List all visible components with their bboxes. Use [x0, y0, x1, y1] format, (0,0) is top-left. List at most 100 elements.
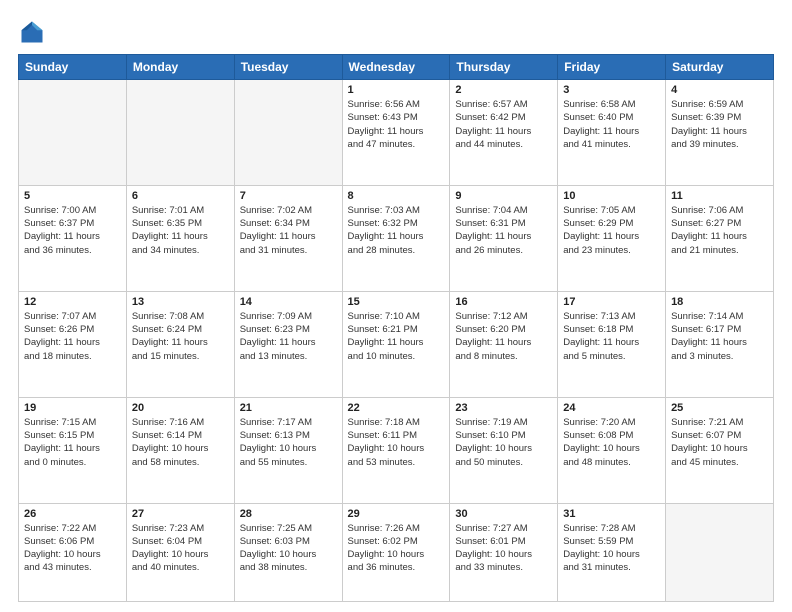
calendar-cell: 7 Sunrise: 7:02 AM Sunset: 6:34 PM Daylig… — [234, 185, 342, 291]
calendar-week-4: 19 Sunrise: 7:15 AM Sunset: 6:15 PM Dayli… — [19, 397, 774, 503]
day-info: Sunrise: 6:56 AM Sunset: 6:43 PM Dayligh… — [348, 98, 445, 151]
calendar-cell: 30Sunrise: 7:27 AM Sunset: 6:01 PM Dayli… — [450, 503, 558, 601]
day-info: Sunrise: 7:27 AM Sunset: 6:01 PM Dayligh… — [455, 522, 552, 575]
day-number: 5 — [24, 190, 121, 202]
calendar-cell: 13Sunrise: 7:08 AM Sunset: 6:24 PM Dayli… — [126, 291, 234, 397]
calendar-cell: 18 Sunrise: 7:14 AM Sunset: 6:17 PM Dayli… — [666, 291, 774, 397]
day-info: Sunrise: 7:07 AM Sunset: 6:26 PM Dayligh… — [24, 310, 121, 363]
calendar-cell: 19 Sunrise: 7:15 AM Sunset: 6:15 PM Dayli… — [19, 397, 127, 503]
calendar-cell: 27 Sunrise: 7:23 AM Sunset: 6:04 PM Dayli… — [126, 503, 234, 601]
calendar-week-3: 12 Sunrise: 7:07 AM Sunset: 6:26 PM Dayli… — [19, 291, 774, 397]
calendar: SundayMondayTuesdayWednesdayThursdayFrid… — [18, 54, 774, 602]
calendar-cell: 14Sunrise: 7:09 AM Sunset: 6:23 PM Dayli… — [234, 291, 342, 397]
day-info: Sunrise: 7:17 AM Sunset: 6:13 PM Dayligh… — [240, 416, 337, 469]
calendar-cell: 1 Sunrise: 6:56 AM Sunset: 6:43 PM Daylig… — [342, 80, 450, 186]
calendar-cell — [666, 503, 774, 601]
calendar-cell: 17 Sunrise: 7:13 AM Sunset: 6:18 PM Dayli… — [558, 291, 666, 397]
calendar-cell: 6 Sunrise: 7:01 AM Sunset: 6:35 PM Daylig… — [126, 185, 234, 291]
calendar-week-5: 26 Sunrise: 7:22 AM Sunset: 6:06 PM Dayli… — [19, 503, 774, 601]
page: SundayMondayTuesdayWednesdayThursdayFrid… — [0, 0, 792, 612]
day-number: 18 — [671, 296, 768, 308]
calendar-cell: 2 Sunrise: 6:57 AM Sunset: 6:42 PM Daylig… — [450, 80, 558, 186]
calendar-cell: 29 Sunrise: 7:26 AM Sunset: 6:02 PM Dayli… — [342, 503, 450, 601]
day-info: Sunrise: 7:10 AM Sunset: 6:21 PM Dayligh… — [348, 310, 445, 363]
calendar-header-saturday: Saturday — [666, 55, 774, 80]
day-number: 21 — [240, 402, 337, 414]
calendar-cell — [126, 80, 234, 186]
day-number: 25 — [671, 402, 768, 414]
day-number: 22 — [348, 402, 445, 414]
calendar-cell: 31Sunrise: 7:28 AM Sunset: 5:59 PM Dayli… — [558, 503, 666, 601]
day-info: Sunrise: 7:13 AM Sunset: 6:18 PM Dayligh… — [563, 310, 660, 363]
calendar-cell: 5Sunrise: 7:00 AM Sunset: 6:37 PM Daylig… — [19, 185, 127, 291]
day-info: Sunrise: 7:19 AM Sunset: 6:10 PM Dayligh… — [455, 416, 552, 469]
calendar-cell: 24Sunrise: 7:20 AM Sunset: 6:08 PM Dayli… — [558, 397, 666, 503]
calendar-cell: 15 Sunrise: 7:10 AM Sunset: 6:21 PM Dayli… — [342, 291, 450, 397]
calendar-cell: 23 Sunrise: 7:19 AM Sunset: 6:10 PM Dayli… — [450, 397, 558, 503]
day-number: 2 — [455, 84, 552, 96]
calendar-cell: 4 Sunrise: 6:59 AM Sunset: 6:39 PM Daylig… — [666, 80, 774, 186]
day-info: Sunrise: 6:57 AM Sunset: 6:42 PM Dayligh… — [455, 98, 552, 151]
calendar-cell: 3 Sunrise: 6:58 AM Sunset: 6:40 PM Daylig… — [558, 80, 666, 186]
calendar-header-wednesday: Wednesday — [342, 55, 450, 80]
day-number: 4 — [671, 84, 768, 96]
day-number: 23 — [455, 402, 552, 414]
day-number: 19 — [24, 402, 121, 414]
day-info: Sunrise: 7:01 AM Sunset: 6:35 PM Dayligh… — [132, 204, 229, 257]
day-info: Sunrise: 7:20 AM Sunset: 6:08 PM Dayligh… — [563, 416, 660, 469]
calendar-cell: 11Sunrise: 7:06 AM Sunset: 6:27 PM Dayli… — [666, 185, 774, 291]
day-number: 1 — [348, 84, 445, 96]
calendar-header-tuesday: Tuesday — [234, 55, 342, 80]
day-info: Sunrise: 7:16 AM Sunset: 6:14 PM Dayligh… — [132, 416, 229, 469]
day-info: Sunrise: 6:58 AM Sunset: 6:40 PM Dayligh… — [563, 98, 660, 151]
calendar-header-thursday: Thursday — [450, 55, 558, 80]
calendar-cell: 20 Sunrise: 7:16 AM Sunset: 6:14 PM Dayli… — [126, 397, 234, 503]
calendar-header-sunday: Sunday — [19, 55, 127, 80]
calendar-week-1: 1 Sunrise: 6:56 AM Sunset: 6:43 PM Daylig… — [19, 80, 774, 186]
day-number: 11 — [671, 190, 768, 202]
day-number: 20 — [132, 402, 229, 414]
day-info: Sunrise: 6:59 AM Sunset: 6:39 PM Dayligh… — [671, 98, 768, 151]
calendar-header-friday: Friday — [558, 55, 666, 80]
day-info: Sunrise: 7:02 AM Sunset: 6:34 PM Dayligh… — [240, 204, 337, 257]
calendar-cell: 28 Sunrise: 7:25 AM Sunset: 6:03 PM Dayli… — [234, 503, 342, 601]
calendar-cell: 25 Sunrise: 7:21 AM Sunset: 6:07 PM Dayli… — [666, 397, 774, 503]
day-number: 7 — [240, 190, 337, 202]
day-info: Sunrise: 7:05 AM Sunset: 6:29 PM Dayligh… — [563, 204, 660, 257]
calendar-cell — [234, 80, 342, 186]
calendar-header-row: SundayMondayTuesdayWednesdayThursdayFrid… — [19, 55, 774, 80]
logo — [18, 18, 50, 46]
day-number: 3 — [563, 84, 660, 96]
day-number: 12 — [24, 296, 121, 308]
day-number: 14 — [240, 296, 337, 308]
day-info: Sunrise: 7:12 AM Sunset: 6:20 PM Dayligh… — [455, 310, 552, 363]
day-info: Sunrise: 7:21 AM Sunset: 6:07 PM Dayligh… — [671, 416, 768, 469]
calendar-cell: 21 Sunrise: 7:17 AM Sunset: 6:13 PM Dayli… — [234, 397, 342, 503]
day-info: Sunrise: 7:22 AM Sunset: 6:06 PM Dayligh… — [24, 522, 121, 575]
day-info: Sunrise: 7:23 AM Sunset: 6:04 PM Dayligh… — [132, 522, 229, 575]
calendar-cell: 22 Sunrise: 7:18 AM Sunset: 6:11 PM Dayli… — [342, 397, 450, 503]
day-info: Sunrise: 7:18 AM Sunset: 6:11 PM Dayligh… — [348, 416, 445, 469]
calendar-cell: 10 Sunrise: 7:05 AM Sunset: 6:29 PM Dayli… — [558, 185, 666, 291]
day-number: 28 — [240, 508, 337, 520]
day-info: Sunrise: 7:25 AM Sunset: 6:03 PM Dayligh… — [240, 522, 337, 575]
day-number: 29 — [348, 508, 445, 520]
day-number: 17 — [563, 296, 660, 308]
day-number: 9 — [455, 190, 552, 202]
day-info: Sunrise: 7:15 AM Sunset: 6:15 PM Dayligh… — [24, 416, 121, 469]
calendar-cell: 16 Sunrise: 7:12 AM Sunset: 6:20 PM Dayli… — [450, 291, 558, 397]
day-info: Sunrise: 7:03 AM Sunset: 6:32 PM Dayligh… — [348, 204, 445, 257]
day-number: 26 — [24, 508, 121, 520]
day-info: Sunrise: 7:14 AM Sunset: 6:17 PM Dayligh… — [671, 310, 768, 363]
calendar-cell — [19, 80, 127, 186]
day-info: Sunrise: 7:04 AM Sunset: 6:31 PM Dayligh… — [455, 204, 552, 257]
day-info: Sunrise: 7:26 AM Sunset: 6:02 PM Dayligh… — [348, 522, 445, 575]
day-number: 10 — [563, 190, 660, 202]
day-info: Sunrise: 7:08 AM Sunset: 6:24 PM Dayligh… — [132, 310, 229, 363]
day-number: 8 — [348, 190, 445, 202]
day-number: 16 — [455, 296, 552, 308]
day-number: 27 — [132, 508, 229, 520]
day-info: Sunrise: 7:28 AM Sunset: 5:59 PM Dayligh… — [563, 522, 660, 575]
day-number: 15 — [348, 296, 445, 308]
day-number: 6 — [132, 190, 229, 202]
